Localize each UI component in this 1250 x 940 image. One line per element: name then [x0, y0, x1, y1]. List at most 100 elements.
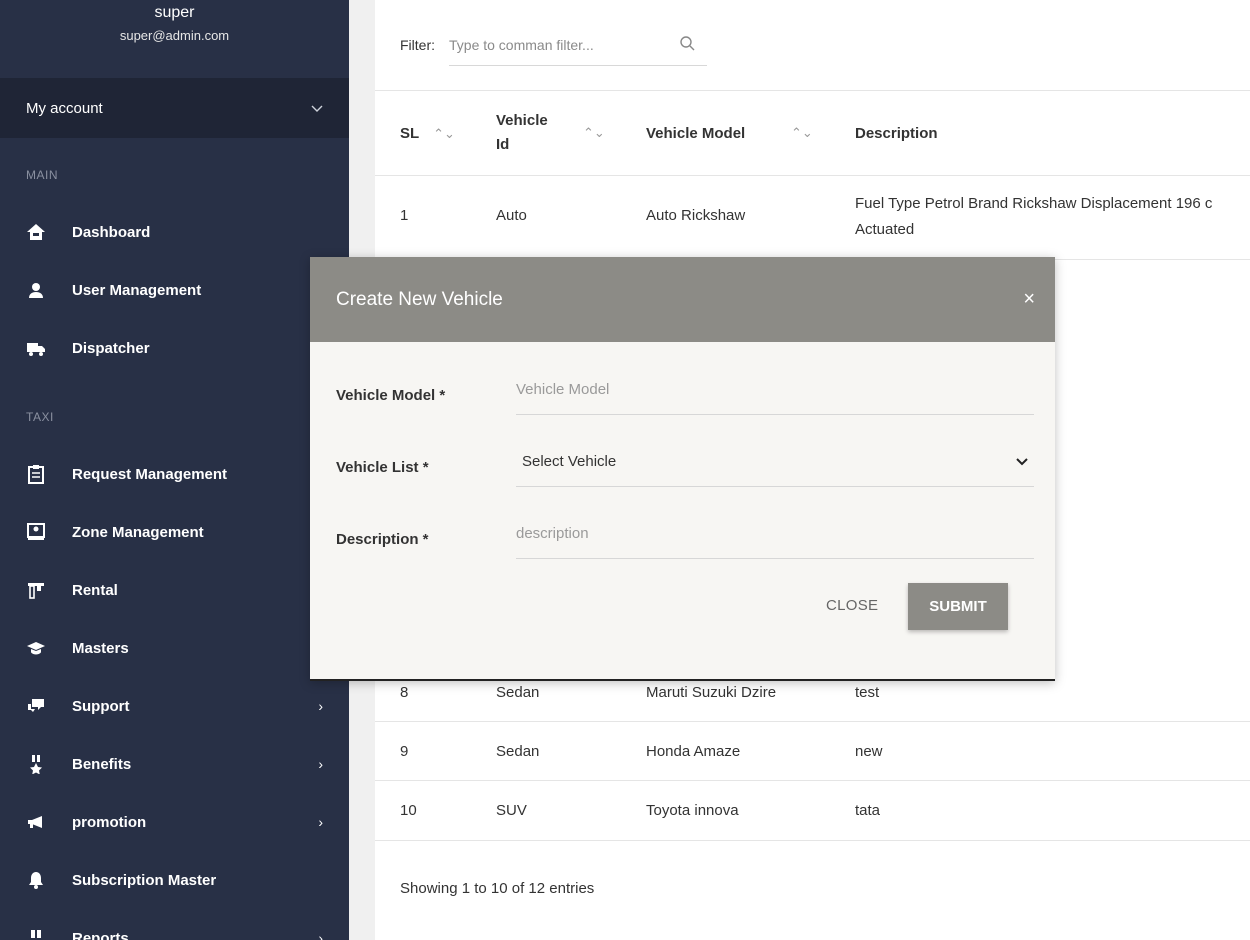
- description-input[interactable]: description: [516, 509, 1034, 559]
- modal-header: Create New Vehicle ×: [310, 257, 1055, 342]
- section-label-main: MAIN: [26, 168, 58, 182]
- table-row[interactable]: 9 Sedan Honda Amaze new: [375, 722, 1250, 781]
- user-name: super: [154, 4, 195, 21]
- sidebar-item-zone-management[interactable]: Zone Management: [0, 512, 349, 552]
- cell-sl: 1: [400, 207, 409, 224]
- sidebar-item-support[interactable]: Support ›: [0, 686, 349, 726]
- sidebar-item-label: Benefits: [72, 755, 132, 773]
- sidebar-item-label: Rental: [72, 581, 118, 599]
- rental-icon: [26, 580, 46, 600]
- user-block: super super@admin.com: [0, 0, 349, 78]
- description-label: Description *: [336, 531, 429, 548]
- chat-icon: [26, 696, 46, 716]
- sidebar-item-label: promotion: [72, 813, 147, 831]
- th-vehicle-model[interactable]: Vehicle Model: [646, 125, 745, 142]
- vehicle-model-placeholder: Vehicle Model: [516, 381, 610, 398]
- chevron-down-icon: [311, 100, 323, 117]
- graduation-cap-icon: [26, 638, 46, 658]
- vehicle-model-label: Vehicle Model *: [336, 387, 446, 404]
- sidebar: super super@admin.com My account MAIN Da…: [0, 0, 349, 940]
- table-row[interactable]: 1 Auto Auto Rickshaw Fuel Type Petrol Br…: [375, 177, 1250, 260]
- cell-sl: 10: [400, 802, 417, 819]
- modal-title: Create New Vehicle: [336, 288, 503, 310]
- chevron-down-icon: [1016, 453, 1028, 470]
- close-button[interactable]: CLOSE: [826, 597, 878, 614]
- submit-button[interactable]: SUBMIT: [908, 583, 1008, 630]
- description-placeholder: description: [516, 525, 589, 542]
- form-row-description: Description * description: [336, 509, 1036, 559]
- table-info: Showing 1 to 10 of 12 entries: [400, 880, 595, 897]
- cell-model: Toyota innova: [646, 802, 739, 819]
- filter-label: Filter:: [400, 37, 435, 53]
- filter-input[interactable]: Type to comman filter...: [449, 24, 707, 66]
- close-icon[interactable]: ×: [1023, 288, 1035, 311]
- sidebar-item-masters[interactable]: Masters: [0, 628, 349, 668]
- cell-vehicle-id: Sedan: [496, 743, 540, 760]
- search-icon: [679, 35, 695, 54]
- th-vehicle-model-label: Vehicle Model: [646, 124, 746, 142]
- filter-row: Filter: Type to comman filter...: [375, 0, 1250, 90]
- cell-model: Maruti Suzuki Dzire: [646, 684, 777, 701]
- sort-icon[interactable]: ⌃⌄: [583, 125, 605, 141]
- cell-sl: 8: [400, 684, 409, 701]
- table-header: SL ⌃⌄ Vehicle Id ⌃⌄ Vehicle Model ⌃⌄ Des…: [375, 90, 1250, 176]
- cell-description: new: [855, 743, 883, 760]
- chevron-right-icon: ›: [318, 756, 323, 772]
- th-description[interactable]: Description: [855, 125, 938, 142]
- clipboard-icon: [26, 464, 46, 484]
- vehicle-list-label: Vehicle List *: [336, 459, 429, 476]
- sidebar-item-label: Request Management: [72, 465, 228, 483]
- megaphone-icon: [26, 812, 46, 832]
- cell-vehicle-id: Auto: [496, 207, 527, 224]
- cell-sl: 9: [400, 743, 409, 760]
- my-account-label: My account: [26, 99, 103, 117]
- table-row[interactable]: 10 SUV Toyota innova tata: [375, 781, 1250, 841]
- sidebar-item-promotion[interactable]: promotion ›: [0, 802, 349, 842]
- sidebar-item-label: Dashboard: [72, 223, 151, 241]
- th-sl[interactable]: SL ⌃⌄: [400, 125, 455, 142]
- bell-icon: [26, 870, 46, 890]
- vehicle-model-input[interactable]: Vehicle Model: [516, 365, 1034, 415]
- my-account-toggle[interactable]: My account: [0, 78, 349, 138]
- cell-description: Fuel Type Petrol Brand Rickshaw Displace…: [855, 195, 1213, 212]
- chevron-right-icon: ›: [318, 814, 323, 830]
- sidebar-item-dispatcher[interactable]: Dispatcher: [0, 328, 349, 368]
- chevron-right-icon: ›: [318, 930, 323, 940]
- chevron-right-icon: ›: [318, 698, 323, 714]
- form-row-vehicle-model: Vehicle Model * Vehicle Model: [336, 365, 1036, 415]
- truck-icon: [26, 338, 46, 358]
- sort-icon[interactable]: ⌃⌄: [791, 125, 813, 141]
- user-email: super@admin.com: [119, 28, 230, 43]
- th-sl-label: SL: [400, 124, 419, 142]
- sidebar-item-label: Reports: [72, 929, 129, 940]
- sidebar-item-label: Masters: [72, 639, 129, 657]
- sidebar-item-user-management[interactable]: User Management: [0, 270, 349, 310]
- create-vehicle-modal: Create New Vehicle × Vehicle Model * Veh…: [310, 257, 1055, 681]
- vehicle-list-select[interactable]: Select Vehicle: [516, 437, 1034, 487]
- sidebar-item-request-management[interactable]: Request Management: [0, 454, 349, 494]
- filter-placeholder: Type to comman filter...: [449, 36, 594, 53]
- sidebar-item-dashboard[interactable]: Dashboard: [0, 212, 349, 252]
- cell-model: Auto Rickshaw: [646, 207, 746, 224]
- th-vehicle-id[interactable]: Vehicle Id: [496, 109, 556, 157]
- vehicle-list-value: Select Vehicle: [522, 453, 617, 470]
- sidebar-item-rental[interactable]: Rental: [0, 570, 349, 610]
- th-description-label: Description: [855, 124, 938, 142]
- form-row-vehicle-list: Vehicle List * Select Vehicle: [336, 437, 1036, 487]
- cell-description: tata: [855, 802, 881, 819]
- cell-description: test: [855, 684, 880, 701]
- map-pin-icon: [26, 522, 46, 542]
- sidebar-item-label: Subscription Master: [72, 871, 217, 889]
- home-icon: [26, 222, 46, 242]
- sidebar-item-label: Dispatcher: [72, 339, 150, 357]
- medal-icon: [26, 754, 46, 774]
- sidebar-item-subscription-master[interactable]: Subscription Master: [0, 860, 349, 900]
- cell-description-cont: Actuated: [855, 221, 915, 238]
- sidebar-item-label: User Management: [72, 281, 202, 299]
- sidebar-item-reports[interactable]: Reports ›: [0, 918, 349, 940]
- cell-vehicle-id: SUV: [496, 802, 527, 819]
- sidebar-item-benefits[interactable]: Benefits ›: [0, 744, 349, 784]
- th-vehicle-id-label: Vehicle Id: [496, 112, 548, 153]
- sidebar-item-label: Zone Management: [72, 523, 204, 541]
- sort-icon: ⌃⌄: [433, 125, 455, 141]
